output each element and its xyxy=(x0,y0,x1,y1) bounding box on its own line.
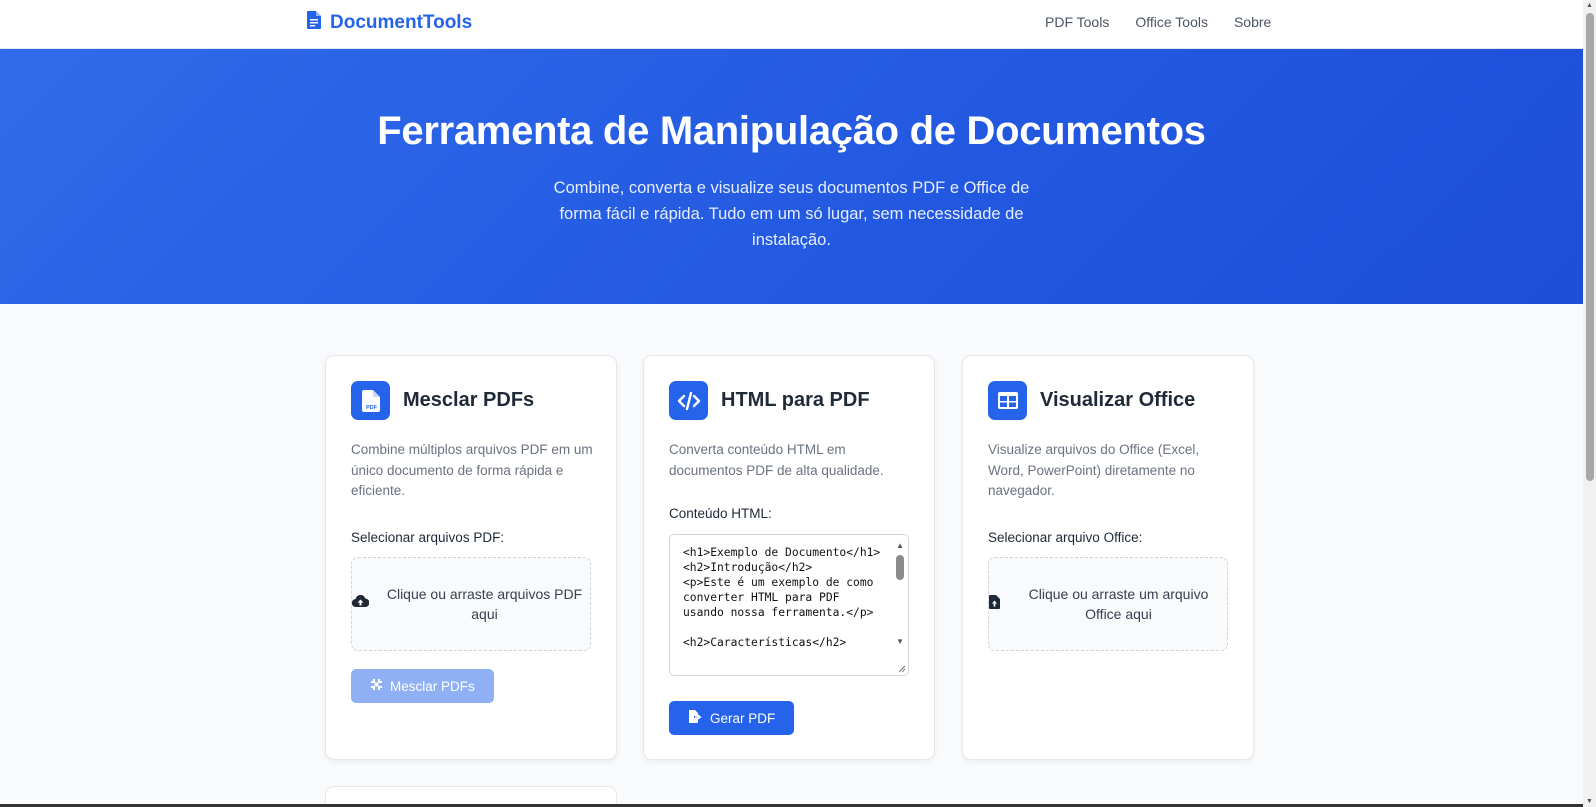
dropzone-text: Clique ou arraste arquivos PDF aqui xyxy=(386,586,583,622)
generate-pdf-button[interactable]: Gerar PDF xyxy=(669,701,795,735)
hero-section: Ferramenta de Manipulação de Documentos … xyxy=(0,49,1583,304)
card-header: Visualizar Office xyxy=(988,381,1195,420)
code-icon xyxy=(669,381,708,420)
page-scroll-thumb[interactable] xyxy=(1586,13,1594,481)
card-view-office: Visualizar Office Visualize arquivos do … xyxy=(962,355,1254,760)
card-title: HTML para PDF xyxy=(721,389,870,411)
card-header: HTML para PDF xyxy=(669,381,870,420)
brand-name: DocumentTools xyxy=(330,12,473,33)
hero-subtitle: Combine, converta e visualize seus docum… xyxy=(553,179,1030,249)
card-title: Visualizar Office xyxy=(1040,389,1196,411)
scroll-down-arrow-icon[interactable]: ▼ xyxy=(896,637,904,646)
document-icon xyxy=(307,11,321,35)
brand[interactable]: DocumentTools xyxy=(307,11,472,35)
card-merge-pdfs: PDF Mesclar PDFs Combine múltiplos arqui… xyxy=(325,355,617,760)
nav-link-office-tools[interactable]: Office Tools xyxy=(1135,14,1208,30)
scroll-down-arrow-icon[interactable]: ▼ xyxy=(1586,798,1593,805)
field-label: Selecionar arquivos PDF: xyxy=(351,530,505,545)
navbar: DocumentTools PDF Tools Office Tools Sob… xyxy=(0,0,1583,49)
card-title: Mesclar PDFs xyxy=(403,389,535,411)
dropzone-text: Clique ou arraste um arquivo Office aqui xyxy=(1028,586,1209,622)
field-label: Selecionar arquivo Office: xyxy=(988,530,1143,545)
field-label: Conteúdo HTML: xyxy=(669,506,772,521)
nav-links: PDF Tools Office Tools Sobre xyxy=(1045,14,1271,30)
svg-text:PDF: PDF xyxy=(366,405,378,411)
card-header: PDF Mesclar PDFs xyxy=(351,381,534,420)
card-description: Combine múltiplos arquivos PDF em um úni… xyxy=(351,442,593,498)
card-html-to-pdf: HTML para PDF Converta conteúdo HTML em … xyxy=(643,355,935,760)
cloud-upload-icon xyxy=(351,594,370,613)
pdf-file-icon: PDF xyxy=(351,381,390,420)
hero-title: Ferramenta de Manipulação de Documentos xyxy=(377,109,1206,153)
compress-icon xyxy=(370,678,383,694)
merge-pdfs-button[interactable]: Mesclar PDFs xyxy=(351,669,494,703)
html-content-textarea[interactable]: <h1>Exemplo de Documento</h1> <h2>Introd… xyxy=(669,534,909,676)
card-description: Visualize arquivos do Office (Excel, Wor… xyxy=(988,442,1200,498)
textarea-value: <h1>Exemplo de Documento</h1> <h2>Introd… xyxy=(683,546,881,649)
textarea-scrollbar[interactable]: ▲ ▼ xyxy=(895,536,907,661)
nav-link-pdf-tools[interactable]: PDF Tools xyxy=(1045,14,1109,30)
scroll-up-arrow-icon[interactable]: ▲ xyxy=(1586,2,1593,9)
office-dropzone[interactable]: Clique ou arraste um arquivo Office aqui xyxy=(988,557,1228,651)
file-upload-icon xyxy=(989,594,1000,614)
pdf-dropzone[interactable]: Clique ou arraste arquivos PDF aqui xyxy=(351,557,591,651)
button-label: Mesclar PDFs xyxy=(390,678,475,694)
resize-handle-icon[interactable] xyxy=(896,663,906,673)
button-label: Gerar PDF xyxy=(710,710,776,726)
table-icon xyxy=(988,381,1027,420)
card-description: Converta conteúdo HTML em documentos PDF… xyxy=(669,442,884,478)
scroll-up-arrow-icon[interactable]: ▲ xyxy=(896,541,904,550)
file-export-icon xyxy=(688,709,703,727)
page-scrollbar[interactable]: ▲ ▼ xyxy=(1583,0,1596,807)
nav-link-sobre[interactable]: Sobre xyxy=(1234,14,1271,30)
scroll-thumb[interactable] xyxy=(896,555,904,580)
